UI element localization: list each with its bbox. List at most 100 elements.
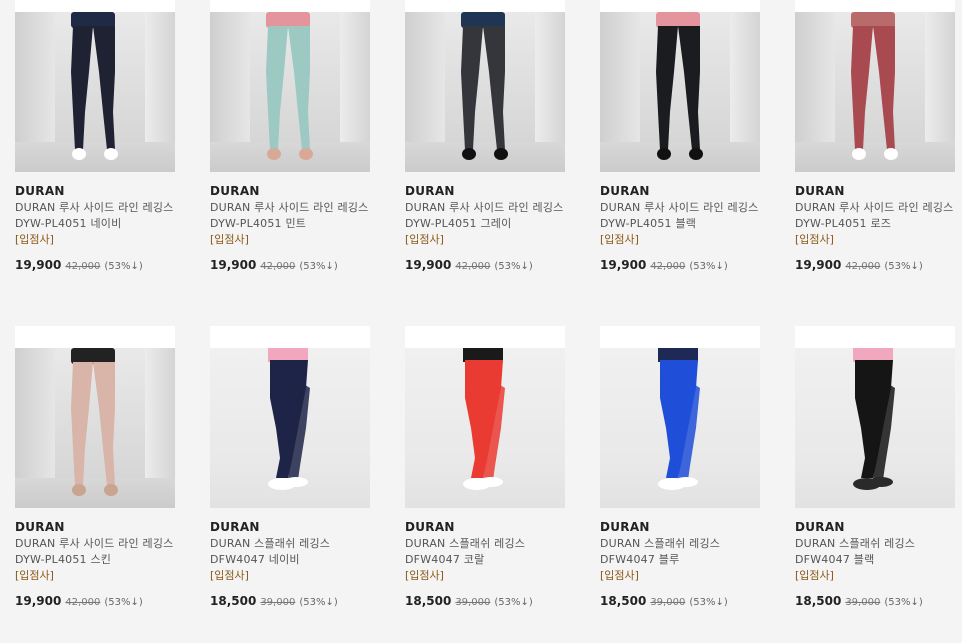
discount-rate: (53%↓) <box>689 261 728 272</box>
product-image[interactable] <box>600 12 760 172</box>
product-brand[interactable]: DURAN <box>15 520 175 534</box>
product-brand[interactable]: DURAN <box>600 184 760 198</box>
product-thumbnail[interactable] <box>15 0 175 172</box>
product-thumbnail[interactable] <box>600 326 760 508</box>
original-price: 42,000 <box>455 261 491 272</box>
product-image[interactable] <box>405 12 565 172</box>
vendor-tag: [입점사] <box>15 569 54 582</box>
vendor-tag: [입점사] <box>15 233 54 246</box>
vendor-tag: [입점사] <box>795 233 834 246</box>
product-brand[interactable]: DURAN <box>795 184 955 198</box>
discount-rate: (53%↓) <box>689 597 728 608</box>
product-brand[interactable]: DURAN <box>210 520 370 534</box>
price-row: 18,500 39,000 (53%↓) <box>405 594 565 610</box>
product-thumbnail[interactable] <box>15 326 175 508</box>
product-card[interactable]: DURAN DURAN 루사 사이드 라인 레깅스 DYW-PL4051 로즈 [입… <box>795 0 955 274</box>
product-brand[interactable]: DURAN <box>600 520 760 534</box>
product-name[interactable]: DURAN 루사 사이드 라인 레깅스 DYW-PL4051 스킨 <box>15 536 175 568</box>
product-grid: DURAN DURAN 루사 사이드 라인 레깅스 DYW-PL4051 네이비[… <box>0 0 962 643</box>
product-image[interactable] <box>15 12 175 172</box>
vendor-tag: [입점사] <box>795 569 834 582</box>
discount-rate: (53%↓) <box>884 597 923 608</box>
sale-price: 18,500 <box>405 594 452 608</box>
model-illustration <box>71 12 118 160</box>
discount-rate: (53%↓) <box>104 261 143 272</box>
product-image[interactable] <box>795 12 955 172</box>
sale-price: 19,900 <box>795 258 842 272</box>
price-row: 19,900 42,000 (53%↓) <box>795 258 955 274</box>
product-image[interactable] <box>405 348 565 508</box>
product-thumbnail[interactable] <box>795 326 955 508</box>
product-card[interactable]: DURAN DURAN 루사 사이드 라인 레깅스 DYW-PL4051 블랙 [입… <box>600 0 760 274</box>
product-card[interactable]: DURAN DURAN 루사 사이드 라인 레깅스 DYW-PL4051 네이비[… <box>15 0 175 274</box>
original-price: 42,000 <box>65 261 101 272</box>
model-illustration <box>463 348 505 490</box>
product-card[interactable]: DURAN DURAN 스플래쉬 레깅스 DFW4047 코랄 [입점사] 18,50… <box>405 326 565 610</box>
discount-rate: (53%↓) <box>299 261 338 272</box>
vendor-tag: [입점사] <box>405 233 444 246</box>
discount-rate: (53%↓) <box>494 597 533 608</box>
price-row: 18,500 39,000 (53%↓) <box>795 594 955 610</box>
sale-price: 19,900 <box>15 594 62 608</box>
product-thumbnail[interactable] <box>210 0 370 172</box>
product-name[interactable]: DURAN 스플래쉬 레깅스 DFW4047 블랙 <box>795 536 955 568</box>
model-illustration <box>853 348 895 490</box>
sale-price: 18,500 <box>210 594 257 608</box>
product-card[interactable]: DURAN DURAN 루사 사이드 라인 레깅스 DYW-PL4051 민트 [입… <box>210 0 370 274</box>
product-thumbnail[interactable] <box>210 326 370 508</box>
product-thumbnail[interactable] <box>795 0 955 172</box>
original-price: 42,000 <box>845 261 881 272</box>
product-name[interactable]: DURAN 루사 사이드 라인 레깅스 DYW-PL4051 민트 <box>210 200 370 232</box>
sale-price: 18,500 <box>600 594 647 608</box>
product-name[interactable]: DURAN 루사 사이드 라인 레깅스 DYW-PL4051 블랙 <box>600 200 760 232</box>
price-row: 18,500 39,000 (53%↓) <box>600 594 760 610</box>
discount-rate: (53%↓) <box>494 261 533 272</box>
product-name[interactable]: DURAN 루사 사이드 라인 레깅스 DYW-PL4051 네이비 <box>15 200 175 232</box>
product-thumbnail[interactable] <box>405 0 565 172</box>
product-image[interactable] <box>210 348 370 508</box>
product-brand[interactable]: DURAN <box>795 520 955 534</box>
price-row: 19,900 42,000 (53%↓) <box>15 258 175 274</box>
original-price: 42,000 <box>260 261 296 272</box>
vendor-tag: [입점사] <box>210 233 249 246</box>
product-image[interactable] <box>795 348 955 508</box>
product-brand[interactable]: DURAN <box>405 184 565 198</box>
original-price: 39,000 <box>650 597 686 608</box>
model-illustration <box>266 12 313 160</box>
product-image[interactable] <box>600 348 760 508</box>
vendor-tag: [입점사] <box>600 233 639 246</box>
vendor-tag: [입점사] <box>405 569 444 582</box>
product-name[interactable]: DURAN 루사 사이드 라인 레깅스 DYW-PL4051 로즈 <box>795 200 955 232</box>
product-brand[interactable]: DURAN <box>15 184 175 198</box>
product-thumbnail[interactable] <box>405 326 565 508</box>
product-name[interactable]: DURAN 루사 사이드 라인 레깅스 DYW-PL4051 그레이 <box>405 200 565 232</box>
product-card[interactable]: DURAN DURAN 스플래쉬 레깅스 DFW4047 블루 [입점사] 18,50… <box>600 326 760 610</box>
discount-rate: (53%↓) <box>884 261 923 272</box>
product-thumbnail[interactable] <box>600 0 760 172</box>
product-card[interactable]: DURAN DURAN 스플래쉬 레깅스 DFW4047 네이비 [입점사] 18,5… <box>210 326 370 610</box>
product-brand[interactable]: DURAN <box>210 184 370 198</box>
price-row: 19,900 42,000 (53%↓) <box>600 258 760 274</box>
model-illustration <box>656 12 703 160</box>
product-card[interactable]: DURAN DURAN 스플래쉬 레깅스 DFW4047 블랙 [입점사] 18,50… <box>795 326 955 610</box>
product-image[interactable] <box>210 12 370 172</box>
discount-rate: (53%↓) <box>299 597 338 608</box>
model-illustration <box>851 12 898 160</box>
vendor-tag: [입점사] <box>600 569 639 582</box>
product-card[interactable]: DURAN DURAN 루사 사이드 라인 레깅스 DYW-PL4051 그레이[… <box>405 0 565 274</box>
product-name[interactable]: DURAN 스플래쉬 레깅스 DFW4047 블루 <box>600 536 760 568</box>
product-name[interactable]: DURAN 스플래쉬 레깅스 DFW4047 코랄 <box>405 536 565 568</box>
product-image[interactable] <box>15 348 175 508</box>
product-name[interactable]: DURAN 스플래쉬 레깅스 DFW4047 네이비 <box>210 536 370 568</box>
model-illustration <box>461 12 508 160</box>
product-card[interactable]: DURAN DURAN 루사 사이드 라인 레깅스 DYW-PL4051 스킨 [입… <box>15 326 175 610</box>
model-illustration <box>71 348 118 496</box>
sale-price: 18,500 <box>795 594 842 608</box>
price-row: 19,900 42,000 (53%↓) <box>15 594 175 610</box>
original-price: 39,000 <box>845 597 881 608</box>
sale-price: 19,900 <box>15 258 62 272</box>
model-illustration <box>268 348 310 490</box>
product-brand[interactable]: DURAN <box>405 520 565 534</box>
model-illustration <box>658 348 700 490</box>
original-price: 42,000 <box>65 597 101 608</box>
